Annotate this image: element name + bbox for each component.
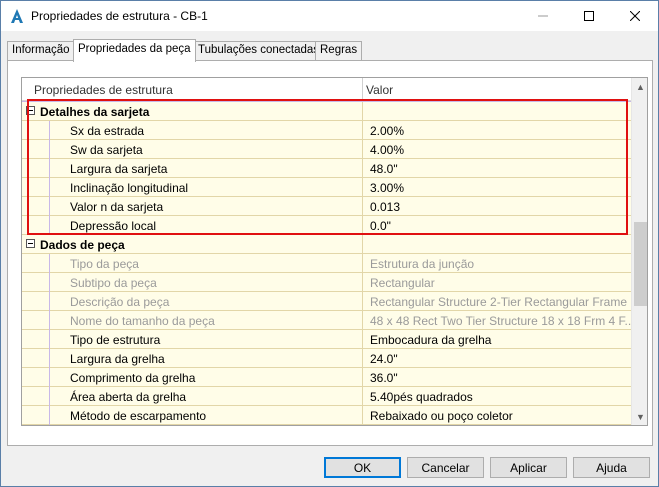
properties-dialog: Propriedades de estrutura - CB-1 Informa… — [0, 0, 659, 487]
property-value[interactable]: 4.00% — [370, 143, 404, 157]
property-value: Rectangular Structure 2-Tier Rectangular… — [370, 295, 627, 309]
scroll-down-icon[interactable]: ▼ — [632, 408, 647, 425]
property-row[interactable]: Método de escarpamento Rebaixado ou poço … — [22, 406, 631, 425]
close-button[interactable] — [612, 1, 658, 31]
property-name: Sw da sarjeta — [70, 143, 143, 157]
property-value: 48 x 48 Rect Two Tier Structure 18 x 18 … — [370, 314, 635, 328]
property-grid: Propriedades de estrutura Valor Detalhes… — [21, 77, 648, 426]
property-row[interactable]: Largura da sarjeta 48.0" — [22, 159, 631, 178]
property-name: Depressão local — [70, 219, 157, 233]
property-row[interactable]: Inclinação longitudinal 3.00% — [22, 178, 631, 197]
property-name: Valor n da sarjeta — [70, 200, 164, 214]
property-value[interactable]: 5.40pés quadrados — [370, 390, 473, 404]
property-row[interactable]: Tipo da peça Estrutura da junção — [22, 254, 631, 273]
property-value[interactable]: 0.013 — [370, 200, 400, 214]
vertical-scrollbar[interactable]: ▲ ▼ — [631, 78, 647, 425]
property-name: Largura da sarjeta — [70, 162, 168, 176]
property-value[interactable]: 36.0" — [370, 371, 398, 385]
tab-tubulacoes-conectadas[interactable]: Tubulações conectadas — [193, 41, 325, 61]
collapse-icon[interactable] — [26, 106, 35, 115]
property-value: Rectangular — [370, 276, 435, 290]
property-row[interactable]: Área aberta da grelha 5.40pés quadrados — [22, 387, 631, 406]
property-row[interactable]: Descrição da peça Rectangular Structure 2… — [22, 292, 631, 311]
window-title: Propriedades de estrutura - CB-1 — [31, 9, 208, 23]
property-name: Método de escarpamento — [70, 409, 207, 423]
property-name: Área aberta da grelha — [70, 390, 187, 404]
group-label: Dados de peça — [40, 238, 125, 252]
property-value[interactable]: Rebaixado ou poço coletor — [370, 409, 513, 423]
property-value: Estrutura da junção — [370, 257, 475, 271]
property-value[interactable]: 3.00% — [370, 181, 404, 195]
scrollbar-thumb[interactable] — [634, 222, 647, 306]
property-name: Subtipo da peça — [70, 276, 157, 290]
property-row[interactable]: Valor n da sarjeta 0.013 — [22, 197, 631, 216]
property-row[interactable]: Largura da grelha 24.0" — [22, 349, 631, 368]
help-button[interactable]: Ajuda — [573, 457, 650, 478]
tab-informacao[interactable]: Informação — [7, 41, 75, 61]
title-bar: Propriedades de estrutura - CB-1 — [1, 1, 658, 31]
property-row[interactable]: Comprimento da grelha 36.0" — [22, 368, 631, 387]
header-value: Valor — [366, 83, 394, 97]
property-value[interactable]: 0.0" — [370, 219, 391, 233]
ok-button[interactable]: OK — [324, 457, 401, 478]
property-row[interactable]: Sw da sarjeta 4.00% — [22, 140, 631, 159]
property-row[interactable]: Sx da estrada 2.00% — [22, 121, 631, 140]
group-row-detalhes-da-sarjeta[interactable]: Detalhes da sarjeta — [22, 102, 631, 121]
property-row[interactable]: Tipo de estrutura Embocadura da grelha — [22, 330, 631, 349]
autocad-civil-app-icon — [11, 9, 23, 23]
property-name: Inclinação longitudinal — [70, 181, 189, 195]
property-row[interactable]: Nome do tamanho da peça 48 x 48 Rect Two … — [22, 311, 635, 330]
property-name: Largura da grelha — [70, 352, 165, 366]
cancel-button[interactable]: Cancelar — [407, 457, 484, 478]
group-row-dados-de-peca[interactable]: Dados de peça — [22, 235, 631, 254]
minimize-icon — [538, 15, 548, 17]
property-name: Nome do tamanho da peça — [70, 314, 215, 328]
close-icon — [630, 11, 640, 21]
apply-button[interactable]: Aplicar — [490, 457, 567, 478]
property-value[interactable]: Embocadura da grelha — [370, 333, 491, 347]
minimize-button[interactable] — [520, 1, 566, 31]
property-value[interactable]: 48.0" — [370, 162, 398, 176]
property-row[interactable]: Depressão local 0.0" — [22, 216, 631, 235]
scroll-up-icon[interactable]: ▲ — [632, 78, 647, 95]
tab-propriedades-da-peca[interactable]: Propriedades da peça — [73, 39, 196, 62]
property-row[interactable]: Subtipo da peça Rectangular — [22, 273, 631, 292]
property-value[interactable]: 2.00% — [370, 124, 404, 138]
grid-header: Propriedades de estrutura Valor — [22, 78, 631, 101]
collapse-icon[interactable] — [26, 239, 35, 248]
group-label: Detalhes da sarjeta — [40, 105, 150, 119]
property-name: Comprimento da grelha — [70, 371, 196, 385]
property-name: Tipo da peça — [70, 257, 139, 271]
property-name: Sx da estrada — [70, 124, 145, 138]
tab-regras[interactable]: Regras — [315, 41, 363, 61]
property-name: Descrição da peça — [70, 295, 170, 309]
header-property: Propriedades de estrutura — [34, 83, 173, 97]
header-divider[interactable] — [362, 78, 363, 101]
property-name: Tipo de estrutura — [70, 333, 161, 347]
maximize-button[interactable] — [566, 1, 612, 31]
maximize-icon — [584, 11, 594, 21]
property-value[interactable]: 24.0" — [370, 352, 398, 366]
